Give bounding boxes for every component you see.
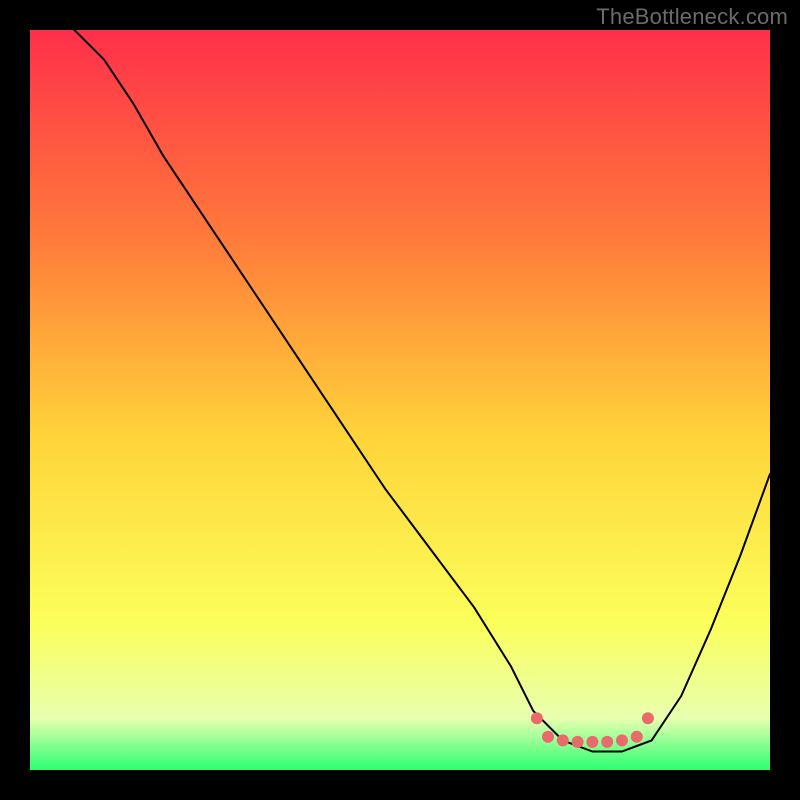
curve-marker — [557, 734, 569, 746]
curve-marker — [642, 712, 654, 724]
chart-frame: TheBottleneck.com — [0, 0, 800, 800]
curve-marker — [631, 731, 643, 743]
curve-marker — [542, 731, 554, 743]
curve-marker — [531, 712, 543, 724]
curve-marker — [601, 736, 613, 748]
chart-svg — [30, 30, 770, 770]
curve-marker — [586, 736, 598, 748]
watermark: TheBottleneck.com — [596, 4, 788, 30]
plot-area — [30, 30, 770, 770]
curve-marker — [572, 736, 584, 748]
curve-marker — [616, 734, 628, 746]
gradient-background — [30, 30, 770, 770]
